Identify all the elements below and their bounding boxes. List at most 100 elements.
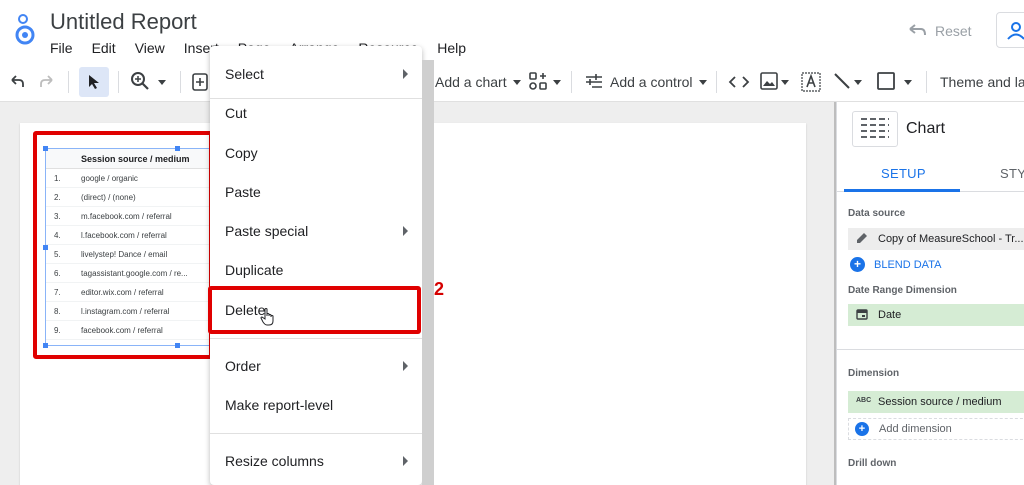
date-range-label: Date Range Dimension (848, 285, 957, 296)
toolbar-divider (716, 71, 717, 93)
add-dimension-button[interactable]: + Add dimension (848, 418, 1024, 440)
cursor-arrow-icon (88, 74, 100, 95)
menu-view[interactable]: View (135, 40, 165, 56)
data-source-value: Copy of MeasureSchool - Tr... (878, 233, 1024, 245)
add-component-button[interactable] (528, 62, 561, 102)
toolbar-divider (571, 71, 572, 93)
menu-item-paste[interactable]: Paste (210, 173, 422, 211)
menu-item-label: Copy (225, 145, 258, 161)
highlight-box-table (33, 131, 213, 359)
menu-item-duplicate[interactable]: Duplicate (210, 251, 422, 289)
menu-item-cut[interactable]: Cut (210, 94, 422, 132)
menu-divider (210, 433, 422, 434)
properties-panel: Chart SETUP STYLE Data source Copy of Me… (836, 102, 1024, 485)
embed-code-icon[interactable] (728, 62, 750, 102)
add-circle-icon[interactable]: + (850, 257, 865, 272)
control-sliders-icon (584, 73, 604, 92)
chevron-down-icon (904, 79, 912, 85)
add-page-icon[interactable] (192, 62, 208, 102)
tab-style[interactable]: STYLE (1000, 166, 1024, 181)
text-box-icon[interactable] (801, 62, 821, 102)
drill-down-label: Drill down (848, 458, 897, 469)
panel-title: Chart (906, 120, 946, 137)
pencil-icon (856, 232, 868, 247)
menu-divider (210, 338, 422, 339)
highlight-box-delete (208, 286, 421, 334)
add-dimension-label: Add dimension (879, 423, 952, 435)
menu-item-copy[interactable]: Copy (210, 134, 422, 172)
chevron-down-icon (781, 79, 789, 85)
report-title[interactable]: Untitled Report (50, 9, 197, 35)
panel-tabs: SETUP STYLE (837, 156, 1024, 192)
undo-icon[interactable] (8, 62, 26, 102)
step-number-2: 2 (434, 279, 445, 299)
share-button[interactable] (996, 12, 1024, 48)
line-icon (833, 72, 851, 93)
toolbar-divider (180, 71, 181, 93)
data-source-chip[interactable]: Copy of MeasureSchool - Tr... (848, 228, 1024, 250)
zoom-button[interactable] (130, 62, 166, 102)
menu-edit[interactable]: Edit (92, 40, 116, 56)
calendar-icon (856, 308, 868, 323)
menu-item-label: Make report-level (225, 397, 334, 413)
dimension-label: Dimension (848, 368, 900, 379)
redo-icon[interactable] (38, 62, 56, 102)
image-icon (760, 71, 778, 93)
menu-item-paste-special[interactable]: Paste special (210, 212, 422, 250)
add-chart-label: Add a chart (435, 74, 507, 90)
add-circle-icon: + (855, 422, 869, 436)
blend-data-button[interactable]: BLEND DATA (874, 259, 941, 271)
table-chart-icon (852, 111, 898, 147)
chevron-down-icon (158, 79, 166, 85)
date-range-chip[interactable]: Date (848, 304, 1024, 326)
tab-setup[interactable]: SETUP (881, 166, 926, 181)
undo-arrow-icon (907, 23, 927, 40)
submenu-arrow-icon (403, 361, 408, 371)
image-button[interactable] (760, 62, 789, 102)
data-source-label: Data source (848, 208, 906, 219)
menu-item-resize-columns[interactable]: Resize columns (210, 442, 422, 480)
looker-studio-logo-icon[interactable] (10, 10, 40, 46)
add-control-button[interactable]: Add a control (584, 62, 707, 102)
toolbar-divider (926, 71, 927, 93)
menu-item-label: Resize columns (225, 453, 324, 469)
menu-item-select[interactable]: Select (210, 55, 422, 93)
menu-item-label: Duplicate (225, 262, 284, 278)
menu-item-label: Order (225, 358, 261, 374)
menu-item-label: Select (225, 66, 264, 82)
rectangle-icon (876, 71, 896, 94)
chevron-down-icon (553, 79, 561, 85)
menu-item-label: Cut (225, 105, 247, 121)
submenu-arrow-icon (403, 69, 408, 79)
toolbar-divider (68, 71, 69, 93)
toolbar: Add a chart Add a control Theme and la (0, 62, 1024, 102)
reset-label: Reset (935, 23, 972, 39)
chevron-down-icon (854, 79, 862, 85)
menu-help[interactable]: Help (437, 40, 466, 56)
text-type-icon: ABC (856, 397, 872, 404)
submenu-arrow-icon (403, 456, 408, 466)
active-tab-indicator (844, 189, 960, 192)
components-grid-icon (528, 71, 548, 94)
dimension-value: Session source / medium (878, 396, 1002, 408)
app-window: Untitled Report File Edit View Insert Pa… (0, 0, 1024, 485)
app-header: Untitled Report File Edit View Insert Pa… (0, 0, 1024, 62)
menu-item-label: Paste (225, 184, 261, 200)
line-button[interactable] (833, 62, 862, 102)
context-menu: Select Cut Copy Paste Paste special Dupl… (210, 46, 422, 485)
select-tool-button[interactable] (79, 67, 109, 97)
submenu-arrow-icon (403, 226, 408, 236)
menu-item-order[interactable]: Order (210, 347, 422, 385)
menu-file[interactable]: File (50, 40, 73, 56)
shape-button[interactable] (876, 62, 912, 102)
add-control-label: Add a control (610, 74, 693, 90)
canvas-scrollbar[interactable] (422, 60, 434, 485)
zoom-icon (130, 71, 150, 94)
reset-button[interactable]: Reset (897, 14, 985, 48)
chevron-down-icon (698, 79, 707, 85)
menu-item-make-report-level[interactable]: Make report-level (210, 386, 422, 424)
theme-layout-button[interactable]: Theme and layout (940, 62, 1024, 102)
person-icon (1006, 21, 1024, 46)
dimension-chip[interactable]: ABC Session source / medium (848, 391, 1024, 413)
add-chart-button[interactable]: Add a chart (435, 62, 521, 102)
